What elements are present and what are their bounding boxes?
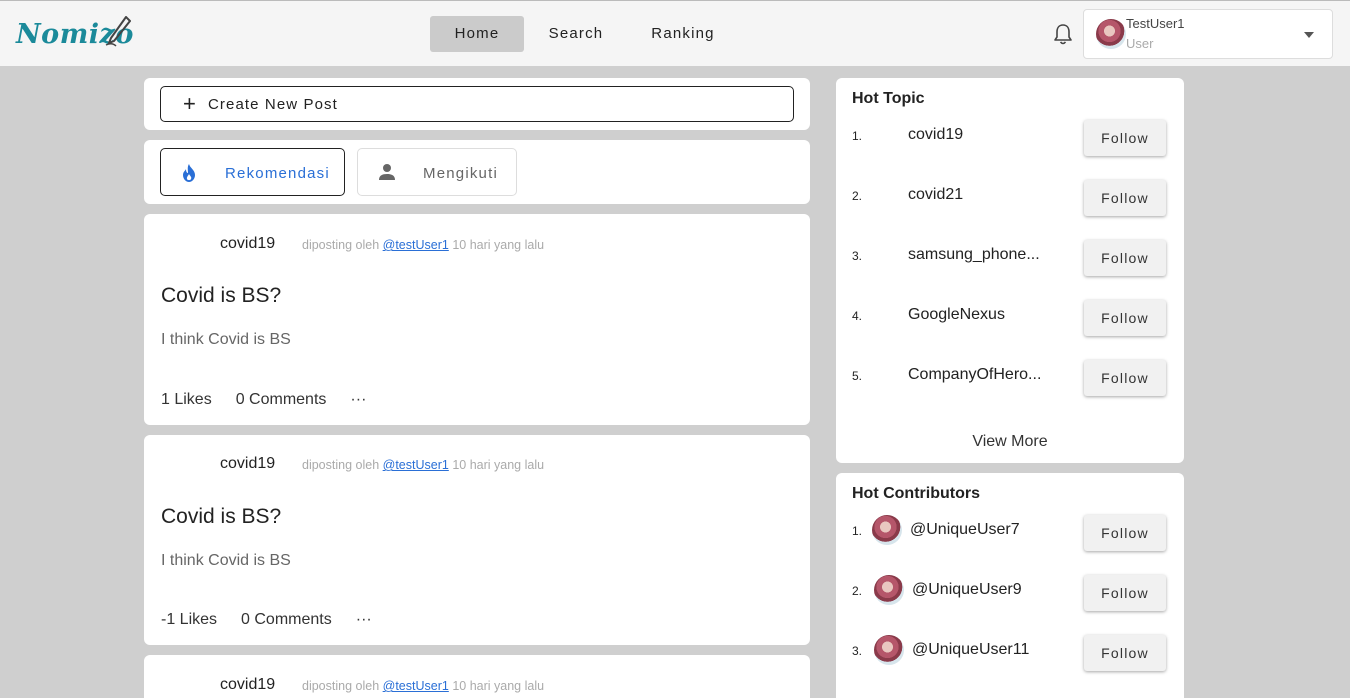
rank-number: 3. bbox=[852, 644, 863, 658]
post-meta-prefix: diposting oleh bbox=[302, 458, 380, 472]
more-options-icon[interactable]: ··· bbox=[356, 611, 372, 629]
hot-contributors-title: Hot Contributors bbox=[852, 485, 980, 502]
post-card[interactable]: covid19 diposting oleh @testUser1 10 har… bbox=[144, 435, 810, 645]
post-time: 10 hari yang lalu bbox=[452, 458, 545, 472]
topic-name[interactable]: samsung_phone... bbox=[908, 246, 1053, 264]
follow-button[interactable]: Follow bbox=[1084, 120, 1166, 156]
follow-button[interactable]: Follow bbox=[1084, 575, 1166, 611]
post-body: I think Covid is BS bbox=[161, 331, 291, 348]
contributor-name[interactable]: @UniqueUser9 bbox=[912, 581, 1057, 599]
contributor-row: 3. @UniqueUser11 Follow bbox=[836, 634, 1184, 674]
nav-home[interactable]: Home bbox=[430, 16, 524, 52]
hot-topic-row: 4. GoogleNexus Follow bbox=[836, 299, 1184, 339]
post-stats: 1 Likes 0 Comments ··· bbox=[161, 391, 390, 409]
post-stats: -1 Likes 0 Comments ··· bbox=[161, 611, 396, 629]
contributor-name[interactable]: @UniqueUser11 bbox=[912, 641, 1057, 659]
post-title[interactable]: Covid is BS? bbox=[161, 284, 281, 308]
user-role: User bbox=[1126, 36, 1154, 51]
contributor-avatar bbox=[872, 515, 902, 545]
follow-button[interactable]: Follow bbox=[1084, 515, 1166, 551]
hot-topic-panel: Hot Topic 1. covid19 Follow 2. covid21 F… bbox=[836, 78, 1184, 463]
top-bar: Nomizo Home Search Ranking TestUser1 Use… bbox=[0, 0, 1350, 66]
contributor-avatar bbox=[874, 575, 904, 605]
nav-ranking[interactable]: Ranking bbox=[628, 16, 738, 52]
person-icon bbox=[379, 164, 395, 180]
view-more-link[interactable]: View More bbox=[836, 433, 1184, 451]
post-meta: diposting oleh @testUser1 10 hari yang l… bbox=[302, 679, 544, 693]
post-meta: diposting oleh @testUser1 10 hari yang l… bbox=[302, 458, 544, 472]
main-nav: Home Search Ranking bbox=[430, 16, 738, 52]
topic-name[interactable]: GoogleNexus bbox=[908, 306, 1053, 324]
rank-number: 4. bbox=[852, 309, 863, 323]
nav-search[interactable]: Search bbox=[524, 16, 628, 52]
pen-icon bbox=[105, 16, 131, 47]
post-author-link[interactable]: @testUser1 bbox=[383, 238, 449, 252]
tab-mengikuti[interactable]: Mengikuti bbox=[357, 148, 517, 196]
chevron-down-icon[interactable] bbox=[1304, 32, 1314, 38]
follow-button[interactable]: Follow bbox=[1084, 635, 1166, 671]
user-name: TestUser1 bbox=[1126, 16, 1185, 31]
feed-tabs: Rekomendasi Mengikuti bbox=[144, 140, 810, 204]
post-topic[interactable]: covid19 bbox=[220, 676, 275, 694]
rank-number: 2. bbox=[852, 584, 863, 598]
contributor-avatar bbox=[874, 635, 904, 665]
notification-bell-icon[interactable] bbox=[1052, 22, 1074, 46]
user-avatar bbox=[1096, 19, 1126, 49]
rank-number: 5. bbox=[852, 369, 863, 383]
post-body: I think Covid is BS bbox=[161, 552, 291, 569]
post-card[interactable]: covid19 diposting oleh @testUser1 10 har… bbox=[144, 655, 810, 698]
follow-button[interactable]: Follow bbox=[1084, 300, 1166, 336]
rank-number: 3. bbox=[852, 249, 863, 263]
topic-name[interactable]: CompanyOfHero... bbox=[908, 366, 1053, 384]
post-topic[interactable]: covid19 bbox=[220, 455, 275, 473]
hot-topic-row: 5. CompanyOfHero... Follow bbox=[836, 359, 1184, 399]
fire-icon bbox=[183, 164, 195, 182]
hot-topic-row: 3. samsung_phone... Follow bbox=[836, 239, 1184, 279]
app-logo[interactable]: Nomizo bbox=[16, 13, 133, 53]
post-time: 10 hari yang lalu bbox=[452, 679, 545, 693]
plus-icon: + bbox=[183, 91, 196, 116]
follow-button[interactable]: Follow bbox=[1084, 180, 1166, 216]
hot-topic-row: 2. covid21 Follow bbox=[836, 179, 1184, 219]
post-title[interactable]: Covid is BS? bbox=[161, 505, 281, 529]
tab-rekomendasi[interactable]: Rekomendasi bbox=[160, 148, 345, 196]
hot-topic-row: 1. covid19 Follow bbox=[836, 119, 1184, 159]
likes-count[interactable]: -1 Likes bbox=[161, 611, 217, 629]
rank-number: 1. bbox=[852, 524, 863, 538]
more-options-icon[interactable]: ··· bbox=[350, 391, 366, 409]
post-meta: diposting oleh @testUser1 10 hari yang l… bbox=[302, 238, 544, 252]
follow-button[interactable]: Follow bbox=[1084, 240, 1166, 276]
post-author-link[interactable]: @testUser1 bbox=[383, 679, 449, 693]
post-author-link[interactable]: @testUser1 bbox=[383, 458, 449, 472]
topic-name[interactable]: covid21 bbox=[908, 186, 1053, 204]
rank-number: 2. bbox=[852, 189, 863, 203]
contributor-name[interactable]: @UniqueUser7 bbox=[910, 521, 1055, 539]
comments-count[interactable]: 0 Comments bbox=[241, 611, 332, 629]
composer-card: + Create New Post bbox=[144, 78, 810, 130]
post-card[interactable]: covid19 diposting oleh @testUser1 10 har… bbox=[144, 214, 810, 425]
post-time: 10 hari yang lalu bbox=[452, 238, 545, 252]
tab-mengikuti-label: Mengikuti bbox=[423, 165, 498, 182]
post-topic[interactable]: covid19 bbox=[220, 235, 275, 253]
hot-topic-title: Hot Topic bbox=[852, 90, 925, 107]
follow-button[interactable]: Follow bbox=[1084, 360, 1166, 396]
contributor-row: 2. @UniqueUser9 Follow bbox=[836, 574, 1184, 614]
user-menu[interactable]: TestUser1 User bbox=[1083, 9, 1333, 59]
create-post-label: Create New Post bbox=[208, 96, 338, 113]
tab-rekomendasi-label: Rekomendasi bbox=[225, 165, 330, 182]
post-meta-prefix: diposting oleh bbox=[302, 679, 380, 693]
comments-count[interactable]: 0 Comments bbox=[236, 391, 327, 409]
hot-contributors-panel: Hot Contributors 1. @UniqueUser7 Follow … bbox=[836, 473, 1184, 698]
create-post-button[interactable]: + Create New Post bbox=[160, 86, 794, 122]
topic-name[interactable]: covid19 bbox=[908, 126, 1053, 144]
rank-number: 1. bbox=[852, 129, 863, 143]
contributor-row: 1. @UniqueUser7 Follow bbox=[836, 514, 1184, 554]
likes-count[interactable]: 1 Likes bbox=[161, 391, 212, 409]
post-meta-prefix: diposting oleh bbox=[302, 238, 380, 252]
